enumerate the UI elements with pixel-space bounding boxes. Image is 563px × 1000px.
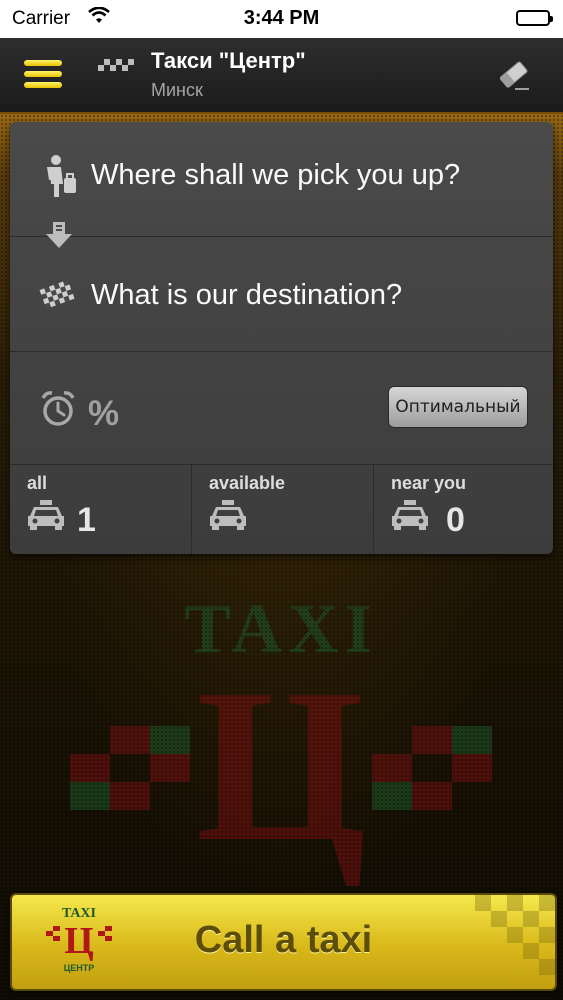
taxi-car-icon (26, 499, 66, 536)
stat-count: 0 (446, 501, 465, 539)
destination-row[interactable]: What is our destination? (10, 237, 553, 352)
person-with-luggage-icon (44, 154, 78, 203)
stat-available: available (191, 465, 373, 554)
order-card: Where shall we pick you up? What is our … (10, 122, 553, 554)
taxi-stats: all 1 available near you 0 (10, 465, 553, 554)
checkered-flag-icon (38, 279, 78, 314)
status-bar: Carrier 3:44 PM (0, 0, 563, 38)
stat-count: 1 (77, 501, 96, 539)
pickup-row[interactable]: Where shall we pick you up? (10, 122, 553, 248)
taxi-car-icon (208, 499, 248, 536)
stat-label: all (27, 473, 48, 493)
stat-near-you: near you 0 (373, 465, 555, 554)
taxi-car-icon (390, 499, 430, 536)
options-row: % Оптимальный (10, 352, 553, 465)
stat-label: near you (391, 473, 467, 493)
logo-top-text: TAXI (184, 594, 378, 668)
taxi-checker-icon (98, 58, 134, 77)
stat-label: available (209, 473, 286, 493)
nav-title: Такси "Центр" (151, 48, 306, 73)
stat-all: all 1 (10, 465, 191, 554)
pickup-prompt: Where shall we pick you up? (91, 159, 461, 191)
eraser-icon[interactable] (495, 56, 533, 99)
small-logo-bottom-text: ЦЕНТР (64, 963, 95, 973)
call-taxi-label: Call a taxi (194, 919, 373, 961)
tariff-mode-button[interactable]: Оптимальный (388, 386, 528, 428)
hamburger-menu-icon[interactable] (24, 60, 62, 92)
alarm-clock-icon[interactable] (40, 390, 76, 433)
discount-percent[interactable]: % (88, 394, 119, 434)
clock: 3:44 PM (243, 7, 320, 29)
call-taxi-button[interactable]: TAXI Ц ЦЕНТР Call a taxi (10, 893, 557, 991)
destination-prompt: What is our destination? (91, 279, 403, 311)
battery-icon (516, 10, 553, 26)
logo-letter: Ц (195, 643, 366, 887)
nav-subtitle: Минск (151, 80, 203, 100)
nav-bar: Такси "Центр" Минск (0, 38, 563, 114)
